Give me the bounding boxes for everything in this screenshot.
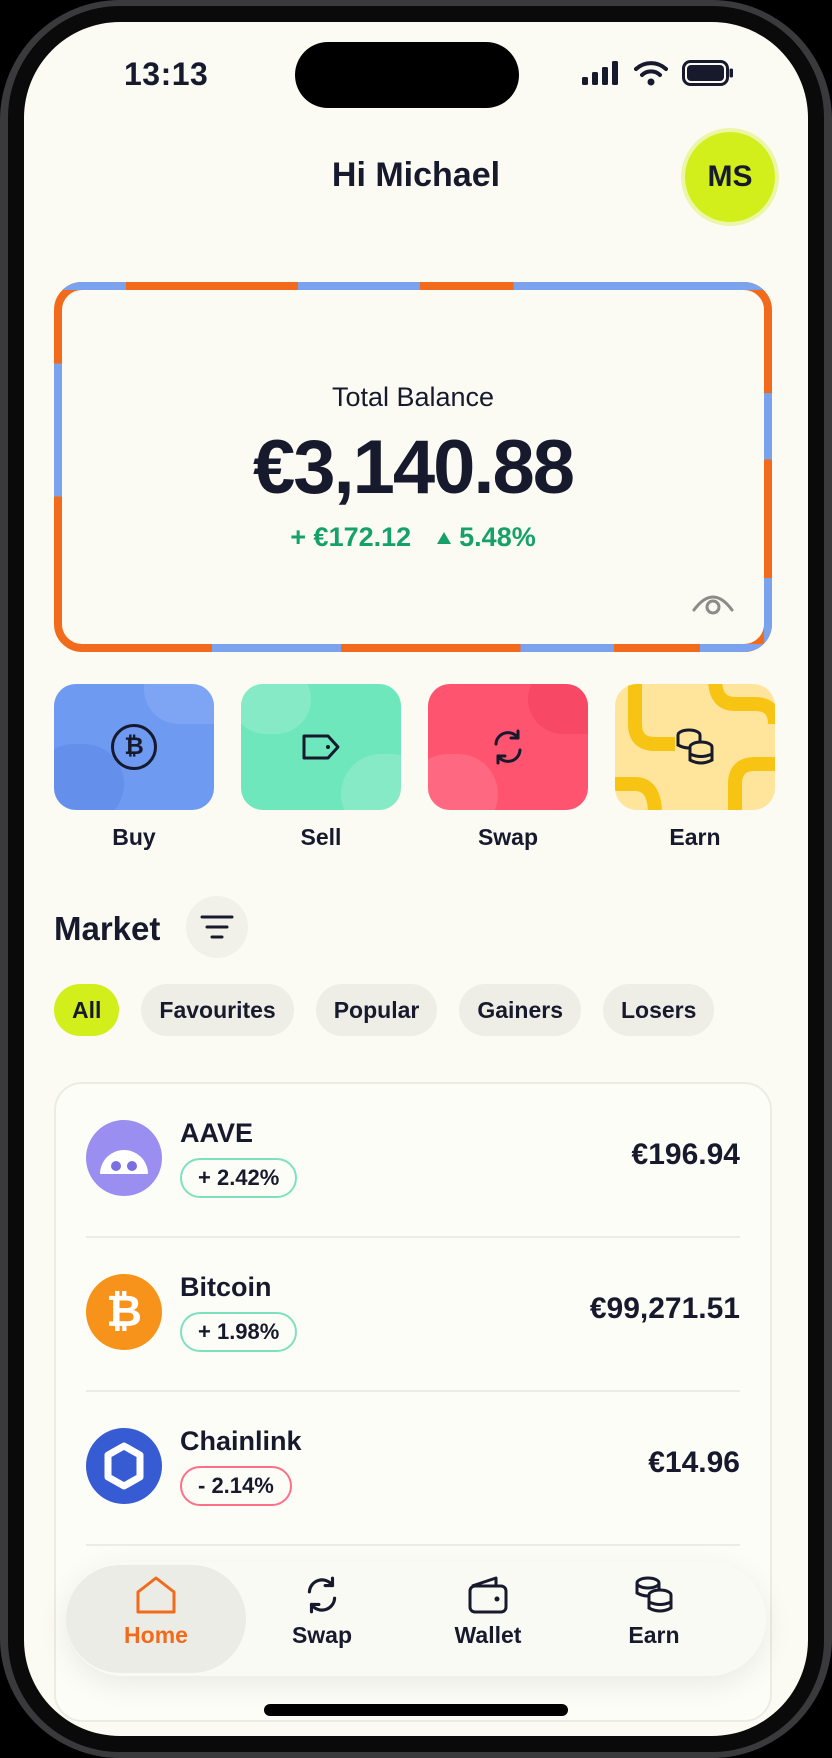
swap-tile[interactable] — [428, 684, 588, 810]
balance-label: Total Balance — [331, 382, 495, 412]
bitcoin-circle-icon: ₿ — [111, 724, 157, 770]
chip-all[interactable]: All — [54, 984, 120, 1036]
earn-label: Earn — [669, 824, 721, 850]
status-icons — [582, 60, 734, 86]
home-indicator — [264, 1704, 568, 1716]
filter-icon — [200, 915, 234, 939]
market-title: Market — [54, 910, 161, 947]
app-screen: 13:13 Hi Michael MS Total Balance €3,140… — [24, 22, 808, 1736]
tab-earn-label: Earn — [628, 1622, 680, 1648]
sell-label: Sell — [300, 824, 342, 850]
chip-losers[interactable]: Losers — [603, 984, 715, 1036]
coin-name: Bitcoin — [180, 1272, 272, 1302]
eye-icon[interactable] — [692, 590, 734, 616]
battery-icon — [682, 60, 733, 86]
filter-button[interactable] — [186, 896, 248, 958]
coin-change-badge: - 2.14% — [180, 1466, 292, 1506]
earn-tile[interactable] — [615, 684, 775, 810]
chip-popular[interactable]: Popular — [315, 984, 438, 1036]
sell-tile[interactable] — [241, 684, 401, 810]
buy-action[interactable]: ₿ Buy — [54, 684, 214, 851]
coins-stack-icon — [676, 728, 714, 765]
swap-label: Swap — [477, 824, 539, 850]
chainlink-icon — [86, 1428, 162, 1504]
tag-icon — [302, 734, 340, 760]
sell-action[interactable]: Sell — [241, 684, 401, 851]
balance-change: + €172.12 5.48% — [62, 522, 764, 553]
swap-action[interactable]: Swap — [428, 684, 588, 851]
balance-change-percent-wrap: 5.48% — [437, 522, 536, 553]
market-filter-chips: All Favourites Popular Gainers Losers — [54, 984, 715, 1036]
coin-price: €196.94 — [631, 1138, 740, 1171]
tab-swap-label: Swap — [291, 1622, 353, 1648]
coin-name: Chainlink — [180, 1426, 302, 1456]
coin-change-badge: + 1.98% — [180, 1312, 298, 1352]
swap-icon — [307, 1576, 337, 1614]
tab-wallet[interactable]: Wallet — [428, 1574, 548, 1649]
status-time: 13:13 — [124, 56, 209, 92]
tab-wallet-label: Wallet — [454, 1622, 522, 1648]
buy-tile[interactable]: ₿ — [54, 684, 214, 810]
bitcoin-icon: ₿ — [86, 1274, 162, 1350]
coin-price: €99,271.51 — [589, 1292, 740, 1325]
tab-home-label: Home — [124, 1622, 188, 1648]
wallet-icon — [468, 1576, 508, 1614]
balance-value: €3,140.88 — [252, 425, 575, 510]
home-icon — [136, 1576, 176, 1614]
balance-change-amount: + €172.12 — [290, 522, 412, 552]
balance-card: Total Balance €3,140.88 + €172.12 5.48% — [54, 282, 772, 652]
coin-price: €14.96 — [648, 1446, 740, 1479]
coins-icon — [635, 1576, 673, 1613]
dynamic-island — [295, 42, 519, 108]
swap-arrows-icon — [494, 729, 522, 765]
coin-row-aave[interactable]: AAVE + 2.42% €196.94 — [86, 1084, 740, 1238]
coin-name: AAVE — [180, 1118, 254, 1148]
balance-change-percent: 5.48% — [459, 522, 536, 552]
coin-change-badge: + 2.42% — [180, 1158, 298, 1198]
triangle-up-icon — [437, 531, 452, 544]
coin-row-chainlink[interactable]: Chainlink - 2.14% €14.96 — [86, 1392, 740, 1546]
coin-row-bitcoin[interactable]: ₿ Bitcoin + 1.98% €99,271.51 — [86, 1238, 740, 1392]
wifi-icon — [634, 61, 668, 86]
tab-swap[interactable]: Swap — [262, 1574, 382, 1649]
chip-favourites[interactable]: Favourites — [141, 984, 294, 1036]
signal-icon — [582, 61, 618, 85]
buy-label: Buy — [112, 824, 156, 850]
earn-action[interactable]: Earn — [615, 684, 775, 851]
tab-earn[interactable]: Earn — [594, 1574, 714, 1649]
aave-icon — [86, 1120, 162, 1196]
tab-home[interactable]: Home — [96, 1574, 216, 1649]
avatar[interactable]: MS — [685, 132, 775, 222]
chip-gainers[interactable]: Gainers — [459, 984, 581, 1036]
